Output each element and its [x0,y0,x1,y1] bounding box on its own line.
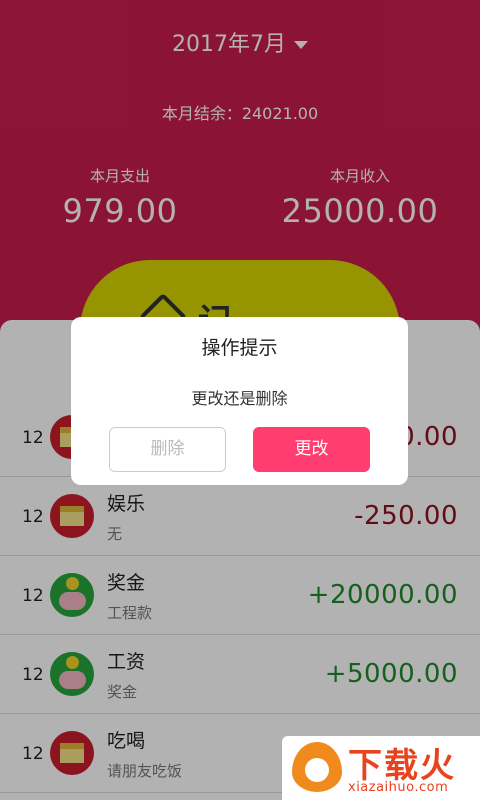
flame-icon [292,742,342,792]
watermark-site: xiazaihuo.com [348,780,449,795]
watermark-logo: 下载火 xiazaihuo.com [282,736,480,800]
dialog-title: 操作提示 [201,337,278,359]
delete-button[interactable]: 删除 [109,427,226,472]
dialog-message: 更改还是删除 [191,389,288,408]
action-dialog: 操作提示 更改还是删除 删除 更改 [71,317,408,485]
change-button[interactable]: 更改 [253,427,370,472]
